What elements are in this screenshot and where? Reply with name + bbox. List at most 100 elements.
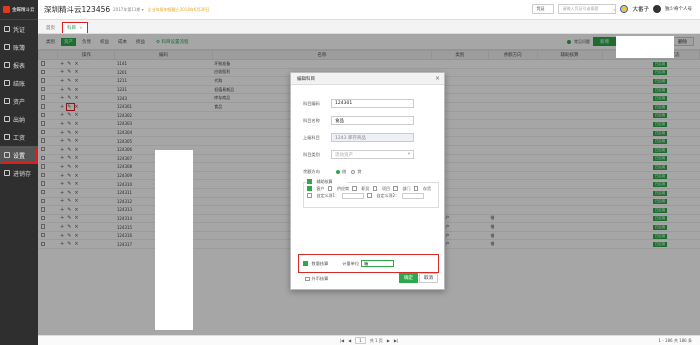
app-logo[interactable]: 金蝶精斗云 [0, 0, 38, 20]
aux-option-label: 存货 [423, 185, 431, 191]
page-number[interactable]: 1 [355, 337, 366, 344]
sidebar-item-report[interactable]: 报表 [0, 56, 38, 74]
sidebar-item-cashier[interactable]: 出纳 [0, 110, 38, 128]
unit-input[interactable]: 箱 [361, 260, 395, 267]
unit-label: 计量单位 [342, 260, 360, 266]
fx-row: 外币核算 [305, 276, 328, 282]
sidebar-item-payroll[interactable]: 工资 [0, 128, 38, 146]
sidebar-item-closing[interactable]: 结账 [0, 74, 38, 92]
logo-icon [3, 6, 10, 13]
quantity-checkbox[interactable] [303, 261, 308, 266]
parent-input: 1243 库存商品 [331, 133, 414, 142]
type-row: 科目类别 流动资产 ▾ [303, 150, 414, 159]
aux-option-label: 部门 [402, 185, 411, 191]
aux-option-supplier[interactable] [327, 186, 332, 191]
user-avatar-icon[interactable] [653, 5, 661, 13]
sidebar: 金蝶精斗云 凭证 账簿 报表 结账 资产 出纳 工资 设置 进销存 [0, 0, 38, 345]
debit-radio[interactable] [336, 170, 340, 174]
sidebar-item-label: 设置 [13, 152, 26, 160]
ledger-icon [4, 44, 10, 50]
avatar[interactable] [620, 5, 629, 13]
credit-label: 贷 [357, 169, 362, 174]
parent-label: 上级科目 [303, 134, 320, 140]
total-pages: 共 1 页 [369, 337, 383, 343]
aux-option-label: 职员 [361, 185, 370, 191]
sidebar-item-label: 工资 [13, 134, 26, 142]
report-icon [4, 62, 10, 68]
code-input[interactable]: 124301 [331, 99, 414, 108]
dialog-header: 编辑科目 [291, 73, 444, 85]
sidebar-item-label: 账簿 [13, 44, 26, 52]
aux-custom2-label: 自定义项2： [376, 192, 400, 198]
help-link[interactable]: 独少奇个人号 [665, 6, 692, 12]
company-name: 深圳精斗云123456 [44, 5, 111, 14]
name-input[interactable]: 食品 [331, 116, 414, 125]
type-label: 科目类别 [303, 151, 320, 157]
payroll-icon [4, 134, 10, 140]
pager-info: 1 - 186 共 186 条 [658, 338, 692, 343]
type-value: 流动资产 [335, 152, 353, 158]
name-label: 科目名称 [303, 117, 320, 123]
aux-custom1-checkbox[interactable] [307, 193, 312, 198]
pagination: |◀ ◀ 1 共 1 页 ▶ ▶| 1 - 186 共 186 条 [38, 335, 700, 345]
aux-custom1-select[interactable] [342, 192, 365, 199]
assets-icon [4, 98, 10, 104]
aux-option-project[interactable] [372, 186, 377, 191]
inventory-icon [4, 170, 10, 176]
name-row: 科目名称 食品 [303, 116, 414, 125]
aux-custom2-select[interactable] [402, 192, 425, 199]
search-input[interactable]: 请输入凭证号或摘要 ⌕ [558, 4, 617, 14]
sidebar-item-label: 出纳 [13, 116, 26, 124]
tab-accounts[interactable]: 科目 × [62, 22, 88, 33]
search-scope-value: 凭证 [536, 6, 545, 11]
fx-checkbox[interactable] [305, 276, 310, 282]
next-page-icon[interactable]: ▶ [387, 338, 390, 343]
aux-options: 客户 供应商 职员 项目 部门 存货 [307, 185, 435, 192]
close-icon[interactable]: × [435, 75, 440, 82]
sidebar-item-inventory[interactable]: 进销存 [0, 164, 38, 182]
redacted-area [616, 36, 674, 58]
fx-label: 外币核算 [311, 276, 329, 281]
direction-label: 余额方向 [303, 169, 320, 174]
edit-account-dialog: 编辑科目 × 科目编码 124301 科目名称 食品 上级科目 1243 库存商… [290, 72, 445, 290]
sidebar-item-label: 结账 [13, 80, 26, 88]
sidebar-item-settings[interactable]: 设置 [0, 146, 38, 164]
sidebar-item-assets[interactable]: 资产 [0, 92, 38, 110]
close-icon[interactable]: × [79, 26, 83, 31]
aux-option-customer[interactable] [307, 186, 312, 191]
parent-row: 上级科目 1243 库存商品 [303, 133, 414, 142]
tab-home[interactable]: 首页 [42, 22, 59, 33]
sidebar-item-label: 报表 [13, 62, 26, 70]
aux-option-staff[interactable] [352, 186, 357, 191]
credit-radio[interactable] [351, 170, 356, 174]
aux-accounting-box: 辅助核算 客户 供应商 职员 项目 部门 存货 自定义项1： 自定义项2： [303, 178, 439, 208]
user-name[interactable]: 大番子 [632, 5, 649, 13]
tab-label: 科目 [67, 26, 76, 31]
debit-label: 借 [342, 169, 347, 174]
voucher-icon [4, 26, 10, 32]
first-page-icon[interactable]: |◀ [340, 338, 344, 343]
sidebar-item-ledger[interactable]: 账簿 [0, 38, 38, 56]
aux-checkbox[interactable] [307, 179, 312, 184]
cancel-button[interactable]: 取消 [419, 273, 438, 283]
annual-report-notice[interactable]: 企业年报申报截止2018年6月30日 [148, 7, 210, 13]
direction-row: 余额方向 借 贷 [303, 169, 361, 175]
prev-page-icon[interactable]: ◀ [348, 338, 351, 343]
search-placeholder: 请输入凭证号或摘要 [562, 6, 599, 11]
aux-label: 辅助核算 [316, 178, 333, 184]
last-page-icon[interactable]: ▶| [394, 338, 398, 343]
aux-custom1-label: 自定义项1： [316, 192, 340, 198]
period-selector[interactable]: 2017年第11期 ▾ [113, 7, 144, 13]
aux-option-department[interactable] [393, 186, 398, 191]
aux-option-inventory[interactable] [413, 186, 418, 191]
type-select[interactable]: 流动资产 ▾ [331, 150, 414, 159]
aux-option-label: 项目 [382, 185, 390, 191]
aux-custom-row: 自定义项1： 自定义项2： [307, 192, 435, 199]
aux-custom2-checkbox[interactable] [367, 193, 372, 198]
search-icon[interactable]: ⌕ [613, 7, 615, 12]
confirm-button[interactable]: 确定 [399, 273, 418, 283]
sidebar-item-label: 凭证 [13, 26, 26, 34]
code-row: 科目编码 124301 [303, 99, 414, 108]
sidebar-item-voucher[interactable]: 凭证 [0, 20, 38, 38]
search-scope-select[interactable]: 凭证 [532, 4, 555, 14]
